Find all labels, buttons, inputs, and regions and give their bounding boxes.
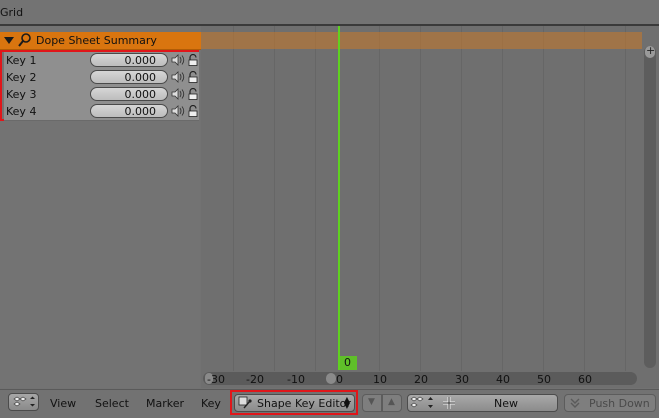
key-menu[interactable]: Key [201, 397, 221, 410]
key-value: 0.000 [124, 71, 157, 84]
key-value-slider[interactable]: 0.000 [90, 104, 168, 118]
frame-tick: -10 [287, 373, 305, 386]
dopesheet-editor-icon [13, 396, 35, 407]
grid-line [274, 26, 275, 371]
frame-tick: 10 [373, 373, 387, 386]
dropdown-arrows-icon: ▲ ▼ [343, 395, 350, 410]
playhead-line [338, 356, 340, 370]
scrollbar-handle-right[interactable] [326, 373, 336, 384]
shape-key-channels-highlight: Key 1 0.000 Key 2 0.000 Key 3 0.000 Key … [0, 50, 199, 121]
key-value: 0.000 [124, 54, 157, 67]
channel-name: Key 3 [6, 88, 37, 101]
new-action-button[interactable]: New [494, 397, 518, 410]
push-down-icon [570, 398, 580, 408]
summary-label: Dope Sheet Summary [36, 34, 157, 47]
lock-icon[interactable] [187, 54, 199, 66]
mode-select-value: Shape Key Editor [257, 397, 351, 410]
push-down-label: Push Down [589, 397, 650, 410]
grid-line [233, 26, 234, 371]
channel-name: Key 1 [6, 54, 37, 67]
action-browse-icon[interactable] [408, 395, 438, 411]
key-value: 0.000 [124, 105, 157, 118]
select-menu[interactable]: Select [95, 397, 129, 410]
dope-sheet-summary-row[interactable]: Dope Sheet Summary [0, 32, 201, 50]
chevron-down-icon: ▼ [368, 397, 375, 407]
playhead-line[interactable] [338, 26, 340, 368]
frame-tick: 40 [496, 373, 510, 386]
grid-line [584, 26, 585, 371]
vertical-scrollbar[interactable] [644, 46, 656, 368]
speaker-icon[interactable] [171, 88, 185, 100]
channel-row-key-1[interactable]: Key 1 0.000 [4, 52, 199, 70]
channel-row-key-2[interactable]: Key 2 0.000 [4, 69, 199, 87]
lock-icon[interactable] [187, 71, 199, 83]
mode-select[interactable]: Shape Key Editor ▲ ▼ [234, 394, 355, 412]
speaker-icon[interactable] [171, 71, 185, 83]
key-value-slider[interactable]: 0.000 [90, 53, 168, 67]
frame-tick: 30 [455, 373, 469, 386]
key-value-slider[interactable]: 0.000 [90, 70, 168, 84]
grid-line [461, 26, 462, 371]
chevron-up-icon: ▲ [388, 397, 395, 407]
lock-icon[interactable] [187, 105, 199, 117]
grid-line [625, 26, 626, 371]
channel-row-key-4[interactable]: Key 4 0.000 [4, 103, 199, 121]
expand-triangle-icon[interactable] [4, 37, 14, 44]
plus-icon [443, 397, 455, 409]
channel-row-key-3[interactable]: Key 3 0.000 [4, 86, 199, 104]
top-editor-header: Grid [0, 0, 659, 26]
grid-line [315, 26, 316, 371]
grid-line [543, 26, 544, 371]
frame-tick: 60 [578, 373, 592, 386]
key-value: 0.000 [124, 88, 157, 101]
frame-tick: 0 [336, 373, 343, 386]
move-channel-down-button[interactable]: ▼ [362, 394, 382, 412]
marker-menu[interactable]: Marker [146, 397, 184, 410]
frame-tick: -30 [207, 373, 225, 386]
grid-line [379, 26, 380, 371]
shape-key-icon [238, 396, 252, 409]
push-down-button[interactable]: Push Down [564, 394, 656, 412]
summary-band [201, 32, 642, 49]
summary-icon [18, 33, 31, 47]
grid-line [502, 26, 503, 371]
move-channel-up-button[interactable]: ▲ [382, 394, 402, 412]
frame-tick: 20 [414, 373, 428, 386]
dopesheet-timeline[interactable] [201, 26, 642, 388]
current-frame-badge[interactable]: 0 [340, 356, 357, 370]
zoom-plus-icon[interactable]: + [645, 44, 655, 58]
editor-type-button[interactable] [8, 393, 39, 411]
lock-icon[interactable] [187, 88, 199, 100]
frame-tick: 50 [537, 373, 551, 386]
key-value-slider[interactable]: 0.000 [90, 87, 168, 101]
view-menu[interactable]: View [50, 397, 76, 410]
speaker-icon[interactable] [171, 105, 185, 117]
channel-name: Key 2 [6, 71, 37, 84]
speaker-icon[interactable] [171, 54, 185, 66]
grid-line [420, 26, 421, 371]
grid-label: Grid [0, 6, 24, 19]
channel-name: Key 4 [6, 105, 37, 118]
frame-tick: -20 [246, 373, 264, 386]
current-frame-number: 0 [344, 356, 351, 369]
